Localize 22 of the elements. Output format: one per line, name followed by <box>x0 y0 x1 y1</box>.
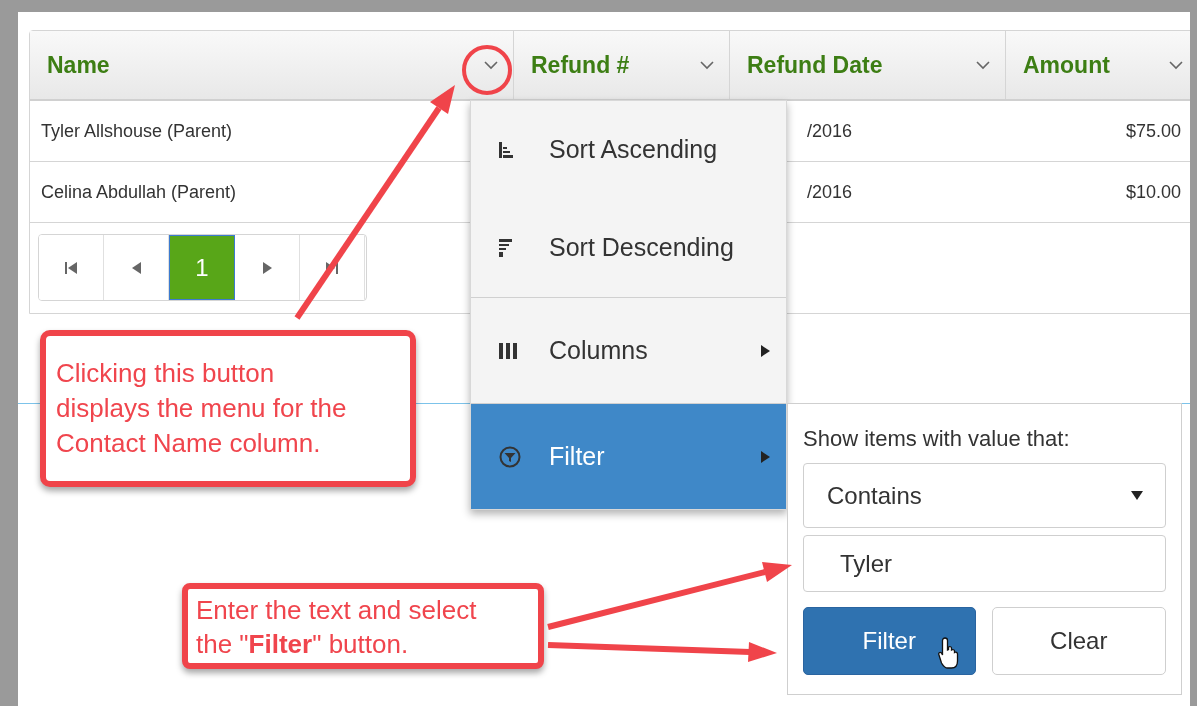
filter-input[interactable]: Tyler <box>803 535 1166 592</box>
filter-button[interactable]: Filter <box>803 607 976 675</box>
column-header[interactable]: Refund Date <box>747 47 883 83</box>
table-cell: /2016 <box>807 181 853 202</box>
page-button[interactable]: 1 <box>169 235 235 300</box>
menu-item[interactable]: Sort Ascending <box>471 101 786 199</box>
table-cell: Celina Abdullah (Parent) <box>41 181 237 202</box>
menu-item[interactable]: Filter <box>471 404 786 509</box>
column-header[interactable]: Name <box>47 47 110 83</box>
column-header[interactable]: Refund # <box>531 47 630 83</box>
menu-item[interactable]: Sort Descending <box>471 199 786 297</box>
filter-label: Show items with value that: <box>803 428 1071 450</box>
operator-dropdown[interactable]: Contains <box>803 463 1166 528</box>
table-cell: $10.00 <box>1125 181 1181 202</box>
table-cell: Tyler Allshouse (Parent) <box>41 120 233 141</box>
callout-text: Enter the text and select the "Filter" button. <box>196 594 478 661</box>
clear-button[interactable]: Clear <box>991 607 1166 675</box>
table-cell: $75.00 <box>1125 120 1181 141</box>
menu-item[interactable]: Columns <box>471 298 786 403</box>
callout-text: Clicking this button displays the menu for the Contact Name column. <box>56 357 348 460</box>
table-cell: /2016 <box>807 120 853 141</box>
column-header[interactable]: Amount <box>1023 47 1110 83</box>
